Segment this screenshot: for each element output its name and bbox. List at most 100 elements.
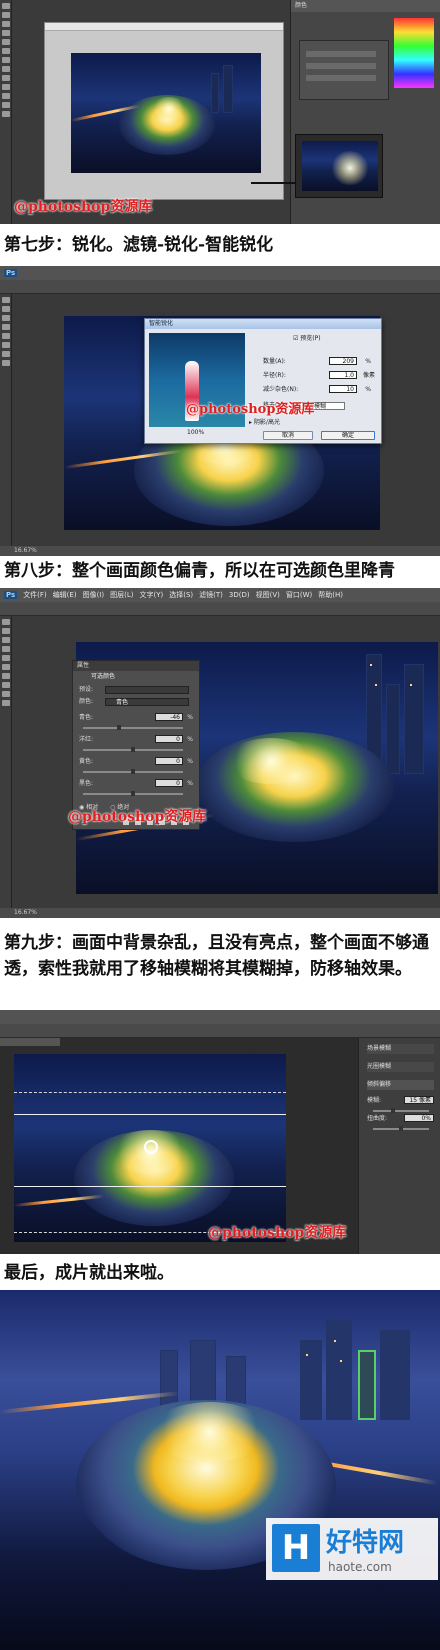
hand-tool-icon[interactable] (2, 102, 10, 108)
menu-help[interactable]: 帮助(H) (318, 590, 343, 600)
tools-panel (0, 294, 12, 546)
menu-image[interactable]: 图像(I) (83, 590, 105, 600)
panel-item-tilt-shift[interactable]: 倾斜偏移 (367, 1080, 434, 1090)
amount-input[interactable]: 209 (329, 357, 357, 365)
crop-tool-icon[interactable] (2, 324, 10, 330)
blur-start-top[interactable] (14, 1092, 286, 1093)
radius-input[interactable]: 1.0 (329, 371, 357, 379)
marquee-tool-icon[interactable] (2, 628, 10, 634)
photo-canvas (14, 1054, 286, 1242)
navigator-thumbnail[interactable] (302, 141, 378, 191)
navigator-panel (295, 134, 383, 198)
brush-tool-icon[interactable] (2, 333, 10, 339)
blur-label: 模糊: (367, 1097, 382, 1104)
setting-field-1[interactable] (306, 51, 376, 57)
setting-field-2[interactable] (306, 63, 376, 69)
color-swatches[interactable] (394, 18, 434, 88)
brush-tool-icon[interactable] (2, 39, 10, 45)
menu-select[interactable]: 选择(S) (169, 590, 193, 600)
cyan-input[interactable]: -46 (155, 713, 183, 721)
panel-item-field-blur[interactable]: 场景模糊 (367, 1044, 434, 1054)
type-tool-icon[interactable] (2, 682, 10, 688)
eraser-tool-icon[interactable] (2, 664, 10, 670)
dodge-tool-icon[interactable] (2, 75, 10, 81)
distortion-slider[interactable] (373, 1126, 429, 1131)
setting-field-3[interactable] (306, 75, 376, 81)
options-bar (0, 1024, 440, 1038)
colors-select[interactable]: 青色 (105, 698, 189, 706)
stadium-glow (150, 1402, 270, 1462)
marquee-tool-icon[interactable] (2, 306, 10, 312)
preview-checkbox[interactable]: ☑ 预览(P) (293, 333, 321, 342)
preset-select[interactable] (105, 686, 189, 694)
move-tool-icon[interactable] (2, 297, 10, 303)
watermark: @photoshop资源库 (68, 809, 207, 825)
menu-layer[interactable]: 图层(L) (110, 590, 133, 600)
blur-input[interactable]: 15 像素 (404, 1096, 434, 1104)
site-brand: 好特网 (326, 1528, 405, 1558)
black-input[interactable]: 0 (155, 779, 183, 787)
marquee-tool-icon[interactable] (2, 12, 10, 18)
zoom-tool-icon[interactable] (2, 700, 10, 706)
crop-tool-icon[interactable] (2, 646, 10, 652)
cyan-slider[interactable] (83, 725, 183, 730)
cancel-button[interactable]: 取消 (263, 431, 313, 440)
stamp-tool-icon[interactable] (2, 48, 10, 54)
radius-row: 半径(R): 1.0 像素 (263, 371, 375, 381)
field-blur-label: 场景模糊 (367, 1045, 392, 1052)
gradient-tool-icon[interactable] (2, 66, 10, 72)
amount-row: 数量(A): 209 % (263, 357, 375, 367)
tilt-shift-center-pin[interactable] (144, 1140, 158, 1154)
zoom-tool-icon[interactable] (2, 111, 10, 117)
hand-tool-icon[interactable] (2, 360, 10, 366)
magenta-input[interactable]: 0 (155, 735, 183, 743)
menu-type[interactable]: 文字(Y) (139, 590, 163, 600)
shadows-toggle[interactable]: ▸ 阴影/高光 (249, 417, 280, 426)
iris-blur-label: 光圈模糊 (367, 1063, 392, 1070)
noise-input[interactable]: 10 (329, 385, 357, 393)
blur-slider[interactable] (373, 1108, 429, 1113)
menu-filter[interactable]: 滤镜(T) (199, 590, 223, 600)
preview-label: 预览(P) (300, 335, 321, 342)
site-domain: haote.com (328, 1560, 392, 1574)
zoom-level[interactable]: 100% (187, 429, 204, 436)
move-tool-icon[interactable] (2, 619, 10, 625)
lasso-tool-icon[interactable] (2, 637, 10, 643)
pen-tool-icon[interactable] (2, 351, 10, 357)
pen-tool-icon[interactable] (2, 84, 10, 90)
focus-line-top[interactable] (14, 1114, 286, 1115)
move-tool-icon[interactable] (2, 3, 10, 9)
menu-file[interactable]: 文件(F) (23, 590, 47, 600)
lasso-tool-icon[interactable] (2, 21, 10, 27)
yellow-input[interactable]: 0 (155, 757, 183, 765)
distortion-input[interactable]: 0% (404, 1114, 434, 1122)
black-slider[interactable] (83, 791, 183, 796)
step9-caption: 第九步：画面中背景杂乱，且没有亮点，整个画面不够通透，索性我就用了移轴模糊将其模… (4, 933, 429, 979)
ok-button[interactable]: 确定 (321, 431, 375, 440)
hand-tool-icon[interactable] (2, 691, 10, 697)
menu-bar (0, 1010, 440, 1024)
menu-edit[interactable]: 编辑(E) (53, 590, 77, 600)
magenta-slider[interactable] (83, 747, 183, 752)
options-bar (0, 602, 440, 616)
pen-tool-icon[interactable] (2, 673, 10, 679)
menu-window[interactable]: 窗口(W) (286, 590, 312, 600)
eraser-tool-icon[interactable] (2, 342, 10, 348)
eraser-tool-icon[interactable] (2, 57, 10, 63)
brush-tool-icon[interactable] (2, 655, 10, 661)
blur-tools-panel: 场景模糊 光圈模糊 倾斜偏移 模糊: 15 像素 扭曲度: 0% (358, 1038, 440, 1254)
lasso-tool-icon[interactable] (2, 315, 10, 321)
focus-line-bottom[interactable] (14, 1186, 286, 1187)
colors-label: 颜色: (79, 698, 94, 705)
document-tab[interactable] (45, 23, 283, 31)
document-tab[interactable] (0, 1038, 60, 1046)
menu-view[interactable]: 视图(V) (256, 590, 280, 600)
crop-tool-icon[interactable] (2, 30, 10, 36)
yellow-slider[interactable] (83, 769, 183, 774)
dialog-title: 智能锐化 (145, 319, 381, 329)
type-tool-icon[interactable] (2, 93, 10, 99)
panel-item-iris-blur[interactable]: 光圈模糊 (367, 1062, 434, 1072)
amount-label: 数量(A): (263, 358, 286, 365)
menu-3d[interactable]: 3D(D) (229, 591, 250, 599)
screenshot-step7-smart-sharpen: Ps 智能锐化 100% ☑ 预览(P) 数量(A): 209 % 半径(R):… (0, 266, 440, 556)
